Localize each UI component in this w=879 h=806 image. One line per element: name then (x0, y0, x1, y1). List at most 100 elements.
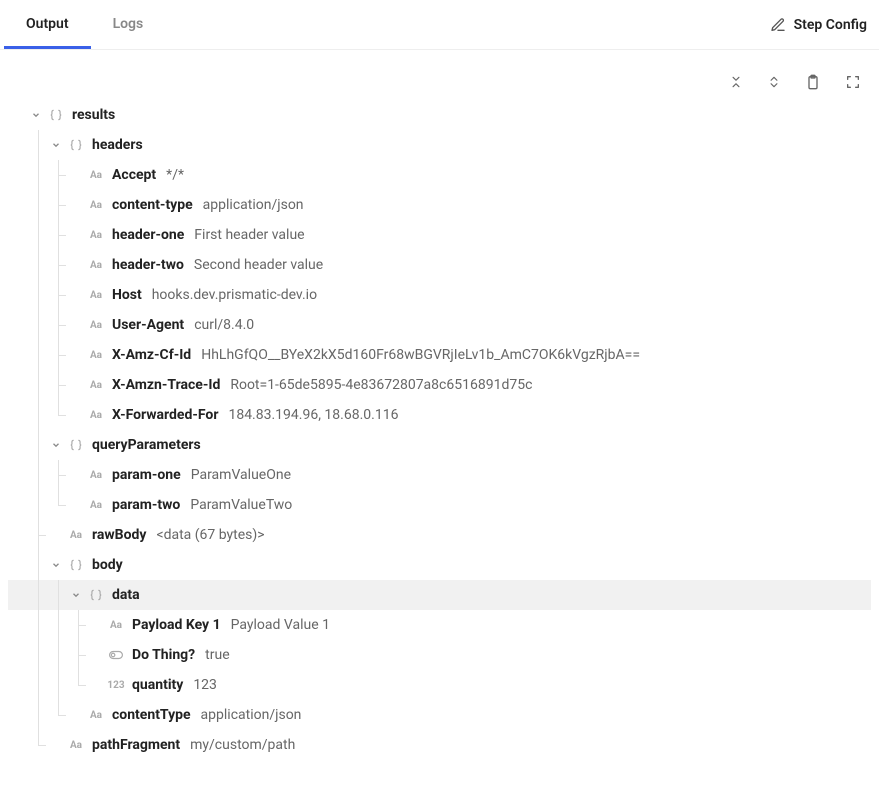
string-icon: Aa (66, 737, 86, 753)
collapse-icon (729, 75, 743, 89)
tree-leaf[interactable]: Aa X-Amzn-Trace-Id Root=1-65de5895-4e83672… (8, 370, 871, 400)
tree-leaf[interactable]: Do Thing? true (8, 640, 871, 670)
tree-value: true (205, 647, 229, 663)
tab-output[interactable]: Output (4, 0, 91, 49)
tree-key: data (112, 587, 140, 603)
tree-key: X-Amz-Cf-Id (112, 347, 191, 363)
tree-key: Host (112, 287, 142, 303)
number-icon: 123 (106, 677, 126, 693)
tree-value: application/json (201, 707, 302, 723)
copy-button[interactable] (805, 74, 821, 90)
tree-key: contentType (112, 707, 191, 723)
tree-key: Do Thing? (132, 647, 195, 663)
tree-key: results (72, 107, 115, 123)
object-icon (46, 107, 66, 123)
tree-key: quantity (132, 677, 183, 693)
tree-key: rawBody (92, 527, 146, 543)
tree-key: param-two (112, 497, 180, 513)
tree-key: header-one (112, 227, 184, 243)
string-icon: Aa (86, 167, 106, 183)
chevron-down-icon (48, 437, 64, 453)
tree-value: First header value (194, 227, 304, 243)
object-icon (66, 557, 86, 573)
step-config-button[interactable]: Step Config (770, 17, 871, 33)
string-icon: Aa (86, 197, 106, 213)
string-icon: Aa (86, 227, 106, 243)
step-config-label: Step Config (794, 17, 867, 33)
string-icon: Aa (86, 497, 106, 513)
tree-key: param-one (112, 467, 181, 483)
tabs: Output Logs (4, 0, 165, 49)
tree-leaf-contenttype[interactable]: Aa contentType application/json (8, 700, 871, 730)
tree-node-results[interactable]: results (8, 100, 871, 130)
tree-key: X-Amzn-Trace-Id (112, 377, 220, 393)
tree-key: User-Agent (112, 317, 184, 333)
string-icon: Aa (86, 707, 106, 723)
tree-leaf[interactable]: 123 quantity 123 (8, 670, 871, 700)
tree-value: HhLhGfQO__BYeX2kX5d160Fr68wBGVRjIeLv1b_A… (201, 347, 640, 363)
string-icon: Aa (86, 257, 106, 273)
tree-value: application/json (203, 197, 304, 213)
string-icon: Aa (86, 317, 106, 333)
tree-key: headers (92, 137, 143, 153)
tree-value: ParamValueOne (191, 467, 291, 483)
chevron-down-icon (48, 137, 64, 153)
tree-value: curl/8.4.0 (194, 317, 254, 333)
toolbar (0, 50, 879, 100)
tab-logs[interactable]: Logs (91, 0, 166, 49)
tree-node-queryparameters[interactable]: queryParameters (8, 430, 871, 460)
tree-leaf[interactable]: Aa param-one ParamValueOne (8, 460, 871, 490)
tree-key: queryParameters (92, 437, 201, 453)
tree-leaf-pathfragment[interactable]: Aa pathFragment my/custom/path (8, 730, 871, 760)
string-icon: Aa (86, 347, 106, 363)
collapse-all-button[interactable] (729, 75, 743, 89)
tree-node-body[interactable]: body (8, 550, 871, 580)
tree-node-headers[interactable]: headers (8, 130, 871, 160)
tree-value: 184.83.194.96, 18.68.0.116 (228, 407, 398, 423)
chevron-down-icon (68, 587, 84, 603)
tree-leaf-rawbody[interactable]: AarawBody<data (67 bytes)> (8, 520, 871, 550)
clipboard-icon (805, 74, 821, 90)
tree-key: Payload Key 1 (132, 617, 221, 633)
tree-value: 123 (193, 677, 217, 693)
tree-value: Root=1-65de5895-4e83672807a8c6516891d75c (230, 377, 532, 393)
tree-value: Second header value (194, 257, 323, 273)
string-icon: Aa (86, 377, 106, 393)
tree-leaf[interactable]: Aa header-two Second header value (8, 250, 871, 280)
tree-key: body (92, 557, 123, 573)
string-icon: Aa (106, 617, 126, 633)
expand-all-button[interactable] (767, 75, 781, 89)
tree-leaf[interactable]: Aa content-type application/json (8, 190, 871, 220)
tree-value: my/custom/path (190, 737, 295, 753)
tree-leaf[interactable]: Aa Host hooks.dev.prismatic-dev.io (8, 280, 871, 310)
chevron-down-icon (28, 107, 44, 123)
tree-leaf[interactable]: Aa X-Amz-Cf-Id HhLhGfQO__BYeX2kX5d160Fr68w… (8, 340, 871, 370)
tree-key: X-Forwarded-For (112, 407, 218, 423)
tree-key: header-two (112, 257, 184, 273)
tree-leaf[interactable]: Aa header-one First header value (8, 220, 871, 250)
tree-key: Accept (112, 167, 156, 183)
string-icon: Aa (86, 287, 106, 303)
tree-leaf[interactable]: AaPayload Key 1Payload Value 1 (8, 610, 871, 640)
string-icon: Aa (86, 467, 106, 483)
tree-value: hooks.dev.prismatic-dev.io (152, 287, 317, 303)
object-icon (66, 137, 86, 153)
tree-leaf[interactable]: Aa param-two ParamValueTwo (8, 490, 871, 520)
json-tree: results headers Aa Accept */* Aa content-ty… (0, 100, 879, 780)
boolean-icon (106, 647, 126, 663)
tree-key: content-type (112, 197, 193, 213)
object-icon (66, 437, 86, 453)
maximize-icon (845, 74, 861, 90)
fullscreen-button[interactable] (845, 74, 861, 90)
tree-value: ParamValueTwo (190, 497, 292, 513)
tree-value: */* (166, 167, 184, 183)
tree-leaf[interactable]: Aa Accept */* (8, 160, 871, 190)
tree-leaf[interactable]: Aa X-Forwarded-For 184.83.194.96, 18.68.0.… (8, 400, 871, 430)
header: Output Logs Step Config (0, 0, 879, 50)
tree-leaf[interactable]: Aa User-Agent curl/8.4.0 (8, 310, 871, 340)
expand-icon (767, 75, 781, 89)
tree-node-data[interactable]: data (8, 580, 871, 610)
string-icon: Aa (66, 527, 86, 543)
string-icon: Aa (86, 407, 106, 423)
tree-key: pathFragment (92, 737, 180, 753)
